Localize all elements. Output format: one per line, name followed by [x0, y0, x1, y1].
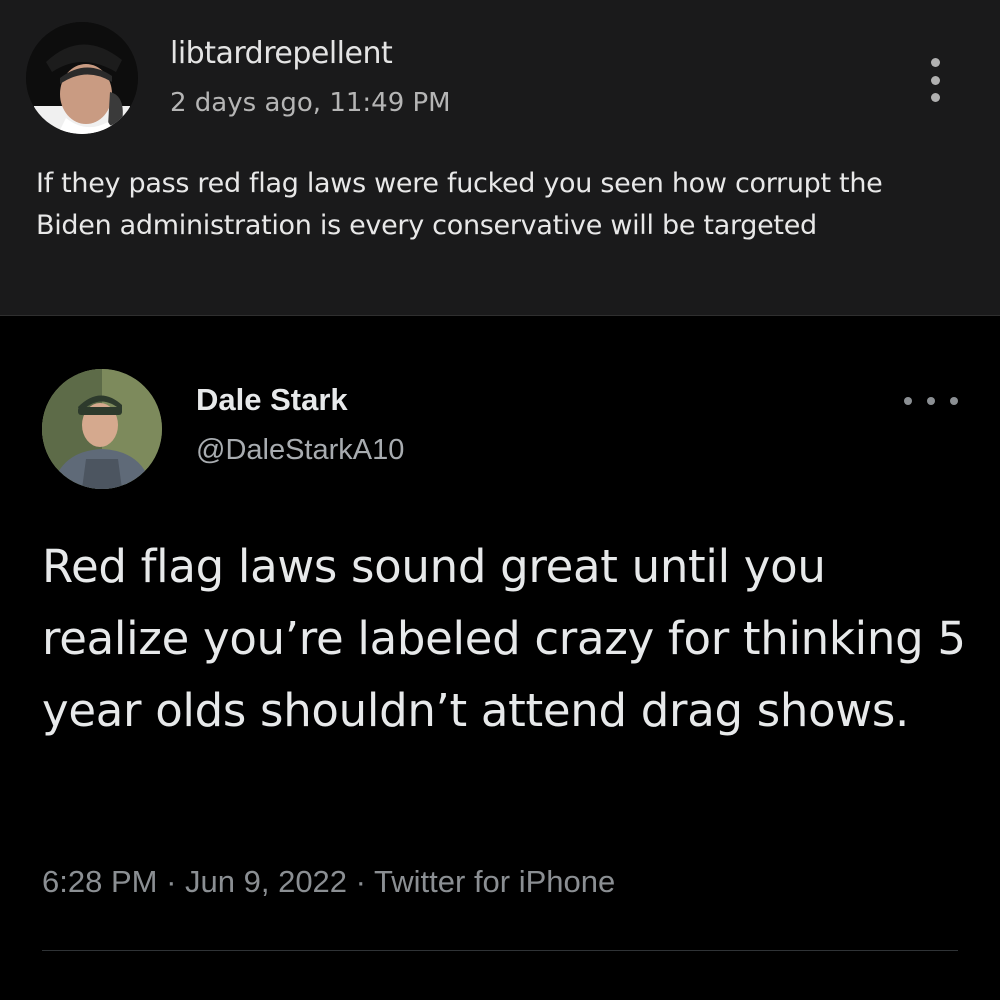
- user-avatar[interactable]: [26, 22, 138, 134]
- tweet-source: Twitter for iPhone: [374, 864, 616, 899]
- avatar-portrait-icon: [42, 369, 162, 489]
- tweet-handle[interactable]: @DaleStarkA10: [196, 434, 404, 467]
- avatar-portrait-icon: [26, 22, 138, 134]
- tweet-avatar[interactable]: [42, 369, 162, 489]
- tweet-meta: 6:28 PM · Jun 9, 2022 · Twitter for iPho…: [42, 864, 615, 900]
- meta-separator: ·: [157, 864, 186, 899]
- post-username[interactable]: libtardrepellent: [170, 36, 393, 71]
- tweet-text: Red flag laws sound great until you real…: [42, 540, 966, 737]
- horizontal-ellipsis-icon[interactable]: [904, 395, 958, 407]
- embedded-tweet: Dale Stark @DaleStarkA10 Red flag laws s…: [0, 317, 1000, 1000]
- divider: [42, 950, 958, 951]
- post-timestamp: 2 days ago, 11:49 PM: [170, 88, 451, 118]
- reddit-comment: libtardrepellent 2 days ago, 11:49 PM If…: [0, 0, 1000, 316]
- vertical-ellipsis-icon[interactable]: [924, 58, 946, 102]
- post-body: If they pass red flag laws were fucked y…: [36, 168, 883, 241]
- tweet-time[interactable]: 6:28 PM: [42, 864, 157, 899]
- tweet-date[interactable]: Jun 9, 2022: [185, 864, 347, 899]
- tweet-display-name[interactable]: Dale Stark: [196, 382, 348, 418]
- meta-separator: ·: [347, 864, 375, 899]
